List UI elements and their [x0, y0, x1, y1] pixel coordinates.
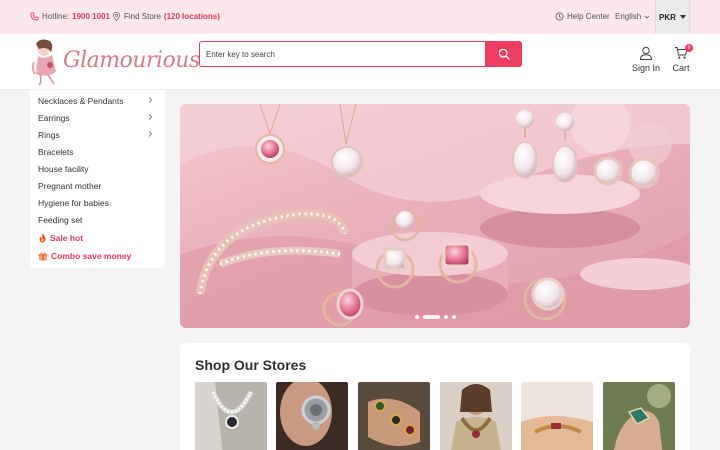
shop-our-stores-section: Shop Our Stores	[180, 343, 690, 450]
currency-selector[interactable]: PKR	[655, 0, 690, 34]
cart-label: Cart	[672, 63, 690, 73]
carousel-dot[interactable]	[452, 315, 456, 319]
earring-photo	[276, 382, 348, 450]
fire-icon	[39, 233, 46, 242]
category-rings[interactable]: Rings	[38, 126, 158, 143]
cart-button[interactable]: 0 Cart	[661, 44, 701, 73]
sign-in-label: Sign In	[631, 63, 661, 73]
category-pregnant-mother[interactable]: Pregnant mother	[38, 177, 158, 194]
promo-sale-hot[interactable]: Sale hot	[38, 229, 158, 246]
hotline[interactable]: Hotline: 1900 1001	[30, 12, 110, 21]
help-center-label: Help Center	[567, 12, 610, 21]
chevron-right-icon	[148, 131, 153, 137]
header: Glamourious Sign In 0 Cart	[0, 34, 720, 90]
language-label: English	[615, 12, 642, 21]
logo-figure-icon	[31, 39, 56, 86]
search-bar	[199, 41, 522, 67]
caret-down-icon	[679, 15, 686, 19]
store-thumbnail-earrings[interactable]	[276, 382, 348, 450]
chevron-right-icon	[148, 97, 153, 103]
hotline-number: 1900 1001	[72, 12, 110, 21]
store-thumbnail-bracelet[interactable]	[521, 382, 593, 450]
carousel-dot-active[interactable]	[423, 315, 440, 319]
store-thumbnail-jewelry-set[interactable]	[440, 382, 512, 450]
store-count: (120 locations)	[163, 12, 220, 21]
category-label: House facility	[38, 163, 89, 174]
find-store-label: Find Store	[124, 12, 161, 21]
category-hygiene-for-babies[interactable]: Hygiene for babies	[38, 194, 158, 211]
category-label: Bracelets	[38, 146, 74, 157]
help-center-link[interactable]: Help Center	[555, 12, 610, 21]
necklace-photo	[195, 382, 267, 450]
currency-label: PKR	[659, 12, 676, 22]
category-label: Earrings	[38, 112, 70, 123]
sign-in-button[interactable]: Sign In	[626, 46, 666, 73]
carousel-dot[interactable]	[444, 315, 448, 319]
rings-photo	[358, 382, 430, 450]
category-label: Feeding set	[38, 214, 83, 225]
jewelry-set-photo	[440, 382, 512, 450]
chevron-down-icon	[644, 15, 650, 19]
category-necklaces-pendants[interactable]: Necklaces & Pendants	[38, 92, 158, 109]
category-earrings[interactable]: Earrings	[38, 109, 158, 126]
gift-icon	[38, 251, 48, 260]
category-label: Hygiene for babies	[38, 197, 109, 208]
location-pin-icon	[112, 12, 121, 21]
cart-count-badge: 0	[685, 44, 693, 52]
promo-label: Combo save money	[51, 250, 132, 261]
top-bar: Hotline: 1900 1001 Find Store (120 locat…	[0, 0, 720, 34]
carousel-indicators	[415, 315, 456, 319]
category-label: Rings	[38, 129, 60, 140]
store-thumbnail-gemstone[interactable]	[603, 382, 675, 450]
search-button[interactable]	[485, 41, 522, 67]
search-input[interactable]	[206, 47, 476, 61]
help-circle-icon	[555, 12, 564, 21]
category-bracelets[interactable]: Bracelets	[38, 143, 158, 160]
store-thumbnail-necklace[interactable]	[195, 382, 267, 450]
hotline-label: Hotline:	[42, 12, 70, 21]
promo-label: Sale hot	[50, 232, 84, 243]
hero-banner[interactable]	[180, 104, 690, 328]
chevron-right-icon	[148, 114, 153, 120]
gemstone-photo	[603, 382, 675, 450]
bracelet-photo	[521, 382, 593, 450]
category-label: Necklaces & Pendants	[38, 95, 124, 106]
phone-icon	[30, 12, 39, 21]
category-feeding-set[interactable]: Feeding set	[38, 211, 158, 228]
promo-combo-save-money[interactable]: Combo save money	[38, 247, 158, 264]
jewelry-banner-image	[180, 104, 690, 328]
category-label: Pregnant mother	[38, 180, 102, 191]
logo[interactable]: Glamourious	[30, 38, 200, 86]
user-icon	[639, 46, 653, 60]
logo-text: Glamourious	[63, 48, 200, 73]
search-icon	[498, 48, 510, 60]
carousel-dot[interactable]	[415, 315, 419, 319]
category-house-facility[interactable]: House facility	[38, 160, 158, 177]
category-sidebar: Necklaces & Pendants Earrings Rings Brac…	[30, 90, 165, 268]
store-thumbnail-rings[interactable]	[358, 382, 430, 450]
find-store[interactable]: Find Store (120 locations)	[112, 12, 220, 21]
section-title: Shop Our Stores	[195, 357, 307, 373]
language-selector[interactable]: English	[615, 12, 650, 21]
